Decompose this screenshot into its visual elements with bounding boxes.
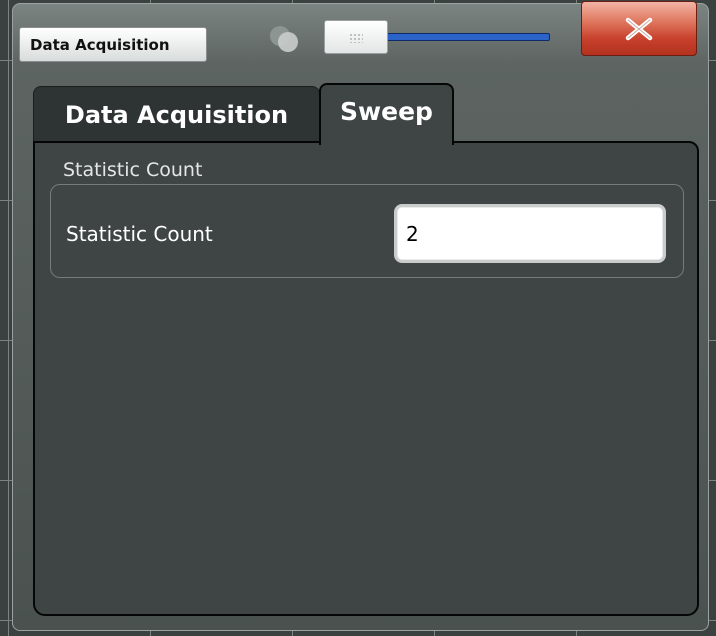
- close-icon: [625, 17, 653, 40]
- tab-sweep[interactable]: Sweep: [319, 83, 454, 145]
- tab-data-acquisition[interactable]: Data Acquisition: [33, 86, 320, 143]
- transparency-icon: [268, 24, 304, 52]
- transparency-slider[interactable]: [322, 20, 552, 60]
- statistic-count-input[interactable]: [394, 204, 666, 263]
- dialog-title: Data Acquisition: [19, 27, 207, 62]
- slider-handle[interactable]: [324, 20, 388, 54]
- grip-icon: [349, 33, 363, 43]
- group-title: Statistic Count: [63, 159, 203, 181]
- close-button[interactable]: [581, 1, 697, 56]
- statistic-count-label: Statistic Count: [66, 222, 213, 246]
